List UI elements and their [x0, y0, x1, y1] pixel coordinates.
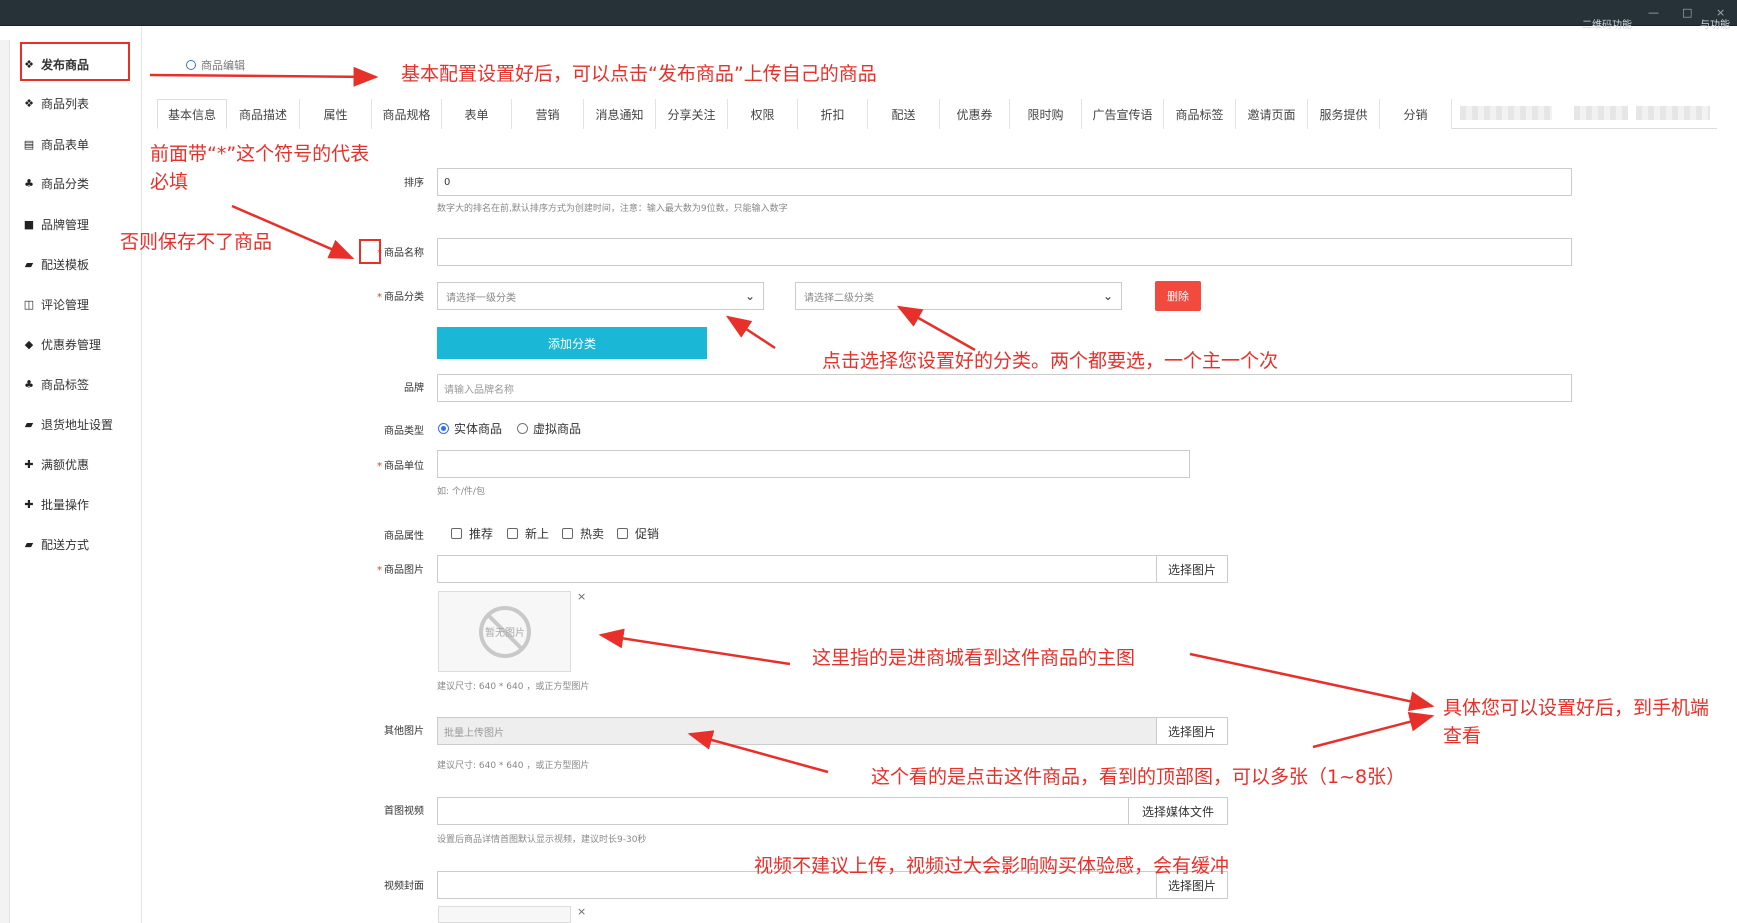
annotation-category: 点击选择您设置好的分类。两个都要选，一个主一个次 [822, 350, 1279, 372]
annotation-video: 视频不建议上传，视频过大会影响购买体验感，会有缓冲 [754, 855, 1230, 877]
annotation-required: 前面带“*”这个符号的代表必填 [150, 143, 370, 193]
annotation-arrows [149, 66, 1435, 774]
annotation-publish: 基本配置设置好后，可以点击“发布商品”上传自己的商品 [401, 63, 877, 85]
annotation-mobile-check: 具体您可以设置好后，到手机端查看 [1443, 697, 1710, 747]
annotation-cannot-save: 否则保存不了商品 [120, 231, 273, 253]
annotation-main-image: 这里指的是进商城看到这件商品的主图 [812, 647, 1136, 669]
annotation-other-images: 这个看的是点击这件商品，看到的顶部图，可以多张（1~8张） [871, 766, 1406, 788]
